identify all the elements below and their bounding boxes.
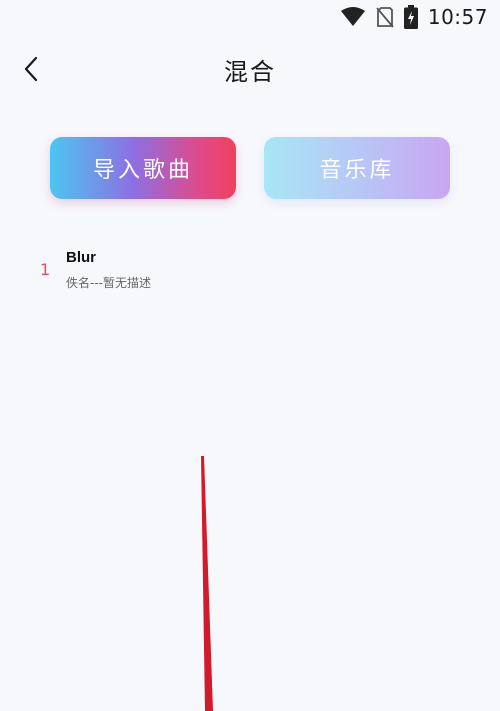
song-index: 1 [40,260,51,279]
music-library-button[interactable]: 音乐库 [264,137,450,199]
song-subtitle: 佚名---暂无描述 [66,276,151,290]
song-title: Blur [66,249,96,266]
red-arrow-annotation [201,456,213,711]
status-time: 10:57 [427,5,488,29]
wifi-icon [340,6,366,28]
list-item[interactable]: 1 Blur 佚名---暂无描述 [0,242,500,302]
no-sim-icon [376,6,394,28]
app-header: 混合 [0,44,500,94]
status-icons: 10:57 [340,4,488,30]
status-bar: 10:57 [0,0,500,36]
page-title: 混合 [224,58,276,86]
action-buttons: 导入歌曲 音乐库 [50,137,450,199]
import-songs-button[interactable]: 导入歌曲 [50,137,236,199]
song-list: 1 Blur 佚名---暂无描述 [0,242,500,302]
battery-charging-icon [403,5,418,29]
